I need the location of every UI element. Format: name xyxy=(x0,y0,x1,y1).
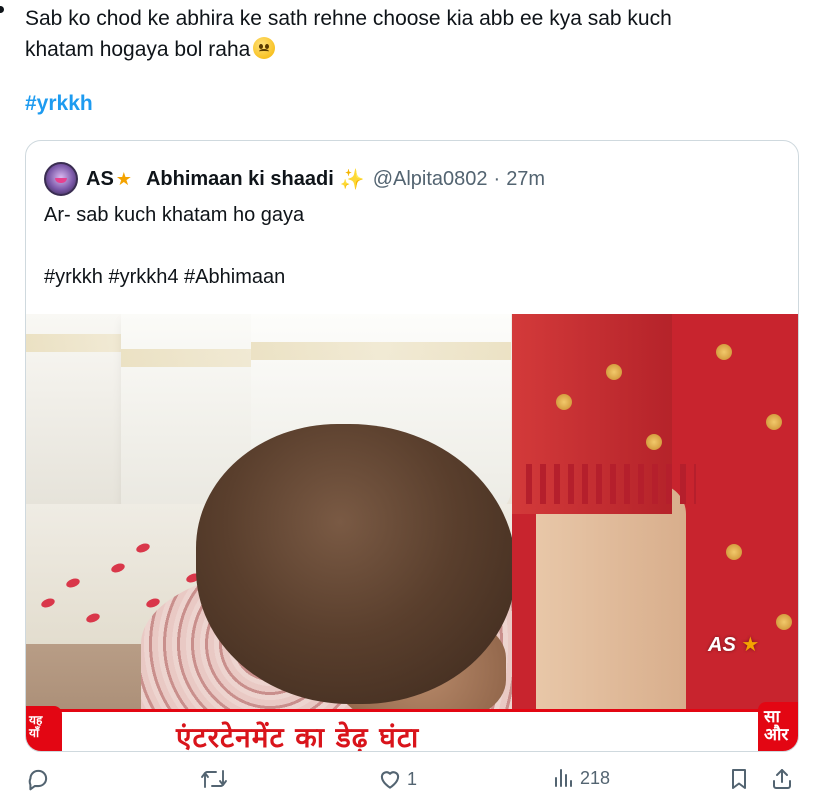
embroidery-motif xyxy=(726,544,742,560)
quoted-author-name-suffix[interactable]: Abhimaan ki shaadi xyxy=(146,168,334,191)
quoted-tweet-card[interactable]: AS ★ Abhimaan ki shaadi ✨ @Alpita0802 · … xyxy=(25,140,799,752)
tweet-body: Sab ko chod ke abhira ke sath rehne choo… xyxy=(25,7,672,61)
share-icon xyxy=(773,769,791,789)
embroidery-motif xyxy=(606,364,622,380)
like-button[interactable]: 1 xyxy=(377,766,417,792)
quoted-tweet-video[interactable]: AS ★ एंटरटेनमेंट का डेढ़ घंटा यह याँ सा … xyxy=(26,314,798,751)
reply-button[interactable] xyxy=(25,766,55,792)
quoted-author-avatar[interactable] xyxy=(44,162,78,196)
quoted-author-handle[interactable]: @Alpita0802 xyxy=(373,168,488,191)
sparkles-emoji-icon: ✨ xyxy=(339,168,365,191)
embroidery-motif xyxy=(646,434,662,450)
channel-logo-left: यह याँ xyxy=(26,706,62,751)
reply-icon xyxy=(28,769,48,791)
channel-logo-right: सा और xyxy=(758,702,798,751)
tweet-text: Sab ko chod ke abhira ke sath rehne choo… xyxy=(25,3,785,65)
views-icon xyxy=(555,769,572,787)
shooting-star-emoji-icon: ★ xyxy=(115,168,132,189)
video-watermark: AS ★ xyxy=(708,634,760,656)
retweet-button[interactable] xyxy=(200,766,232,792)
woozy-face-emoji-icon xyxy=(253,37,276,59)
thread-dot xyxy=(0,6,4,13)
embroidery-motif xyxy=(776,614,792,630)
tweet-hashtag-link[interactable]: #yrkkh xyxy=(25,92,93,116)
news-banner: एंटरटेनमेंट का डेढ़ घंटा xyxy=(26,709,798,751)
embroidery-motif xyxy=(556,394,572,410)
quoted-author-name[interactable]: AS xyxy=(86,168,114,191)
heart-icon xyxy=(380,771,400,789)
views-count: 218 xyxy=(580,767,611,788)
embroidery-motif xyxy=(766,414,782,430)
embroidery-motif xyxy=(716,344,732,360)
quoted-tweet-header: AS ★ Abhimaan ki shaadi ✨ @Alpita0802 · … xyxy=(44,162,545,196)
header-separator: · xyxy=(493,167,501,190)
blouse-tassels xyxy=(526,464,696,504)
quoted-tweet-hashtags: #yrkkh #yrkkh4 #Abhimaan xyxy=(44,266,286,288)
quoted-tweet-timestamp[interactable]: 27m xyxy=(506,168,545,191)
quoted-tweet-text: Ar- sab kuch khatam ho gaya xyxy=(44,204,305,226)
retweet-icon xyxy=(201,770,227,788)
like-count: 1 xyxy=(407,768,418,789)
bookmark-icon xyxy=(732,769,746,789)
share-button[interactable] xyxy=(770,766,794,792)
views-button[interactable]: 218 xyxy=(552,766,610,790)
bookmark-button[interactable] xyxy=(727,766,751,792)
news-banner-text: एंटरटेनमेंट का डेढ़ घंटा xyxy=(176,721,420,751)
tweet-action-bar: 1 218 xyxy=(0,760,824,800)
